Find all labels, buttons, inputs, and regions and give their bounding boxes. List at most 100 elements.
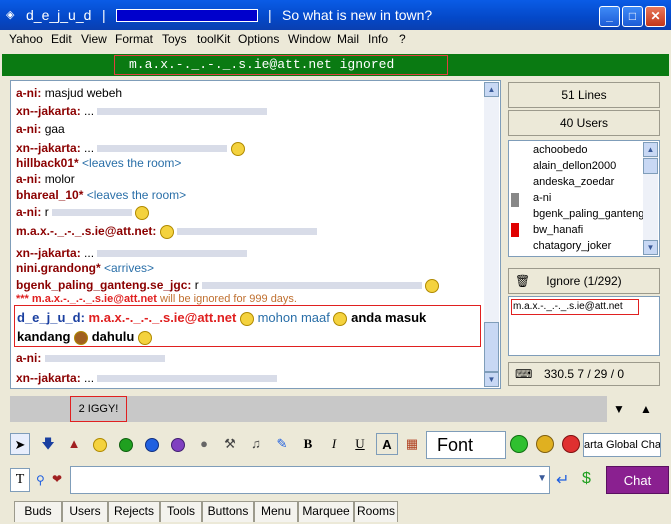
menu-mail[interactable]: Mail (337, 32, 359, 46)
red-light-icon[interactable] (562, 435, 580, 453)
ignored-user[interactable]: m.a.x.-._.-._.s.ie@att.net (511, 299, 639, 315)
menu-toys[interactable]: Toys (162, 32, 187, 46)
smiley-icon (159, 224, 174, 239)
user-item[interactable]: bgenk_paling_ganteng. (533, 208, 647, 220)
scroll-up-icon[interactable]: ▲ (484, 82, 499, 97)
chat-line: a-ni: (16, 351, 165, 365)
user-item[interactable]: chatagory_joker (533, 240, 611, 252)
tab-menu[interactable]: Menu (254, 501, 298, 522)
text-mode-button[interactable]: T (10, 468, 30, 492)
pm-tab[interactable]: 2 IGGY! (70, 396, 127, 422)
menu-format[interactable]: Format (115, 32, 153, 46)
tools-icon[interactable]: ⚒ (220, 433, 240, 455)
chat-line: a-ni: molor (16, 172, 75, 186)
menu-bar: Yahoo Edit View Format Toys toolKit Opti… (0, 30, 671, 50)
green-dot-icon[interactable] (116, 433, 136, 455)
chat-line: xn--jakarta: ... (16, 104, 268, 118)
blue-dot-icon[interactable] (142, 433, 162, 455)
chat-scrollbar[interactable]: ▲ ▼ (484, 82, 499, 387)
scroll-up-icon[interactable]: ▲ (643, 142, 658, 157)
scroll-thumb[interactable] (643, 158, 658, 174)
tab-up-icon[interactable]: ▲ (640, 402, 652, 416)
user-status-marker (511, 223, 519, 237)
chat-line: m.a.x.-._.-._.s.ie@att.net: (16, 224, 318, 239)
tab-buds[interactable]: Buds (14, 501, 62, 522)
menu-yahoo[interactable]: Yahoo (9, 32, 43, 46)
user-item[interactable]: a-ni (533, 192, 551, 204)
marquee-text: m.a.x.-._.-._.s.ie@att.net ignored (114, 55, 448, 75)
chat-line: bgenk_paling_ganteng.se_jgc: r (16, 278, 440, 293)
user-item[interactable]: alain_dellon2000 (533, 160, 616, 172)
chat-line: a-ni: r (16, 205, 150, 220)
app-icon: ◈ (6, 9, 15, 21)
window-title: d_e_j_u_d (26, 7, 92, 23)
tab-users[interactable]: Users (62, 501, 108, 522)
emoticon-icon[interactable] (90, 433, 110, 455)
tab-tools[interactable]: Tools (160, 501, 202, 522)
chat-line: xn--jakarta: ... (16, 371, 278, 385)
menu-view[interactable]: View (81, 32, 107, 46)
menu-info[interactable]: Info (368, 32, 388, 46)
scroll-thumb[interactable] (484, 322, 499, 372)
scroll-down-icon[interactable]: ▼ (643, 240, 658, 255)
user-item[interactable]: andeska_zoedar (533, 176, 614, 188)
tab-rejects[interactable]: Rejects (108, 501, 160, 522)
heart-icon[interactable]: ❤ (52, 472, 62, 486)
tab-rooms[interactable]: Rooms (354, 501, 398, 522)
font-select[interactable]: Font (426, 431, 506, 459)
pointer-icon[interactable]: ➤ (10, 433, 30, 455)
crying-icon (333, 311, 348, 326)
menu-toolkit[interactable]: toolKit (197, 32, 230, 46)
chat-button[interactable]: Chat (606, 466, 669, 494)
color-icon[interactable]: ✎ (272, 433, 292, 455)
chat-line: hillback01* <leaves the room> (16, 156, 182, 170)
smiley-icon (239, 311, 254, 326)
sound-icon[interactable]: ● (194, 433, 214, 455)
chat-line: a-ni: masjud webeh (16, 86, 123, 100)
user-status-marker (511, 193, 519, 207)
green-light-icon[interactable] (510, 435, 528, 453)
users-count[interactable]: 40 Users (508, 110, 660, 136)
arrow-down-icon[interactable]: 🡇 (38, 433, 58, 455)
tab-down-icon[interactable]: ▼ (613, 402, 625, 416)
smiley-icon (230, 141, 245, 156)
underline-button[interactable]: U (350, 433, 370, 455)
menu-help[interactable]: ? (399, 32, 406, 46)
ignore-list[interactable]: m.a.x.-._.-._.s.ie@att.net (508, 296, 660, 356)
tab-buttons[interactable]: Buttons (202, 501, 254, 522)
close-button[interactable]: ✕ (645, 6, 666, 27)
user-item[interactable]: achoobedo (533, 144, 587, 156)
smiley-icon (425, 278, 440, 293)
yellow-light-icon[interactable] (536, 435, 554, 453)
scroll-down-icon[interactable]: ▼ (484, 372, 499, 387)
user-list[interactable]: achoobedo alain_dellon2000 andeska_zoeda… (508, 140, 660, 257)
room-select[interactable]: arta Global Cha (583, 433, 661, 457)
input-row: T ⚲ ❤ ▼ ↵ $ Chat (10, 466, 670, 496)
maximize-button[interactable]: □ (622, 6, 643, 27)
menu-window[interactable]: Window (288, 32, 331, 46)
music-icon[interactable]: ♫ (246, 433, 266, 455)
send-icon[interactable]: ↵ (556, 470, 569, 490)
lines-count[interactable]: 51 Lines (508, 82, 660, 108)
search-icon[interactable]: ⚲ (36, 473, 45, 487)
font-size-icon[interactable]: A (376, 433, 398, 455)
menu-edit[interactable]: Edit (51, 32, 72, 46)
chat-log[interactable]: a-ni: masjud webeh xn--jakarta: ... a-ni… (10, 80, 501, 389)
chat-line: nini.grandong* <arrives> (16, 261, 155, 275)
arrow-up-icon[interactable]: ▲ (64, 433, 84, 455)
bold-button[interactable]: B (298, 433, 318, 455)
message-input[interactable]: ▼ (70, 466, 550, 494)
minimize-button[interactable]: _ (599, 6, 620, 27)
marquee-bar: m.a.x.-._.-._.s.ie@att.net ignored (2, 54, 669, 76)
tab-marquee[interactable]: Marquee (298, 501, 354, 522)
chevron-down-icon[interactable]: ▼ (537, 473, 547, 484)
stats-panel: ⌨ 330.5 7 / 29 / 0 (508, 362, 660, 386)
purple-dot-icon[interactable] (168, 433, 188, 455)
menu-options[interactable]: Options (238, 32, 279, 46)
userlist-scrollbar[interactable]: ▲ ▼ (643, 142, 658, 255)
dollar-icon[interactable]: $ (582, 470, 591, 488)
italic-button[interactable]: I (324, 433, 344, 455)
grid-icon[interactable]: ▦ (402, 433, 422, 455)
user-item[interactable]: bw_hanafi (533, 224, 583, 236)
ignore-button[interactable]: 🗑 Ignore (1/292) (508, 268, 660, 294)
